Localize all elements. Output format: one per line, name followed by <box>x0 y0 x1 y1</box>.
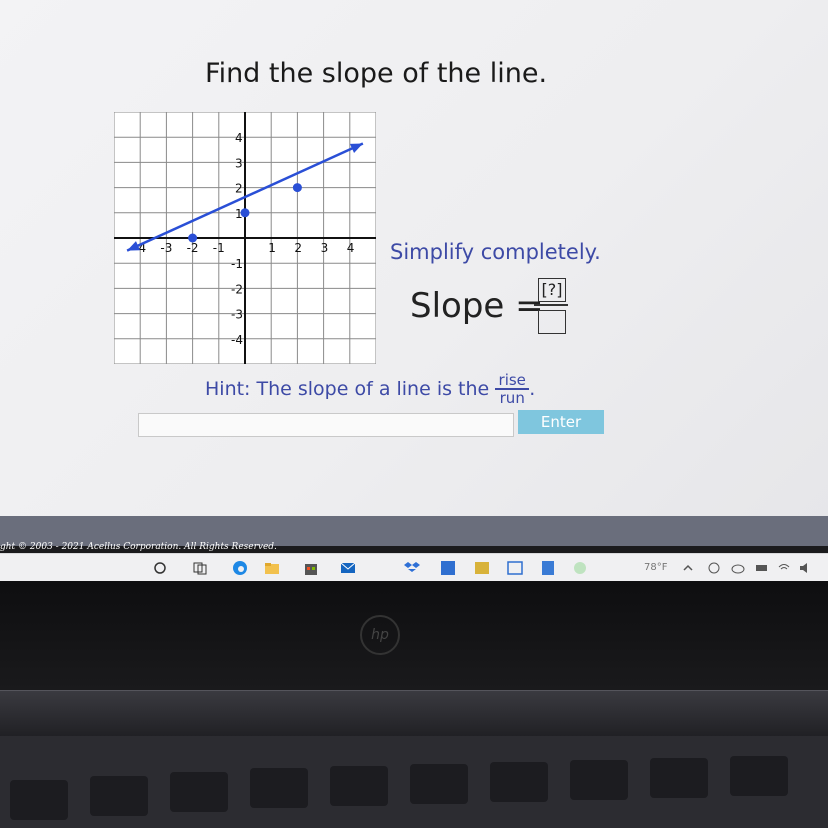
y-tick-label: 3 <box>235 156 243 170</box>
battery-icon[interactable] <box>754 560 770 576</box>
slope-fraction: [?] <box>534 278 568 336</box>
x-tick-label: 4 <box>347 241 355 255</box>
app-screen: Find the slope of the line. -4 -3 -2 -1 1 2 3 4… <box>0 0 828 540</box>
hint-text: Hint: The slope of a line is the <box>205 377 490 400</box>
fraction-bar <box>534 304 568 306</box>
keyboard-key <box>250 768 308 808</box>
keyboard-key <box>570 760 628 800</box>
y-tick-label: -2 <box>231 282 243 296</box>
keyboard-key <box>170 772 228 812</box>
search-circle-icon[interactable] <box>152 560 168 576</box>
dropbox-icon[interactable] <box>404 560 420 576</box>
keyboard-key <box>730 756 788 796</box>
y-tick-label: -1 <box>231 257 243 271</box>
keyboard-key <box>490 762 548 802</box>
plotted-point <box>240 208 250 218</box>
hint-fraction: rise run <box>495 371 530 407</box>
wifi-icon[interactable] <box>776 560 792 576</box>
plotted-point <box>188 233 198 243</box>
app-yellow-icon[interactable] <box>474 560 490 576</box>
plotted-point <box>292 183 302 193</box>
numerator-box[interactable]: [?] <box>538 278 566 302</box>
mail-icon[interactable] <box>340 560 356 576</box>
hint-denominator: run <box>499 388 525 407</box>
app-green-icon[interactable] <box>572 560 588 576</box>
laptop-hinge <box>0 690 828 737</box>
file-explorer-icon[interactable] <box>264 560 280 576</box>
x-tick-label: 1 <box>268 241 276 255</box>
hint: Hint: The slope of a line is the rise ru… <box>205 372 535 406</box>
x-tick-label: -2 <box>187 241 199 255</box>
simplify-instruction: Simplify completely. <box>390 240 601 264</box>
y-tick-label: -3 <box>231 308 243 322</box>
hp-logo: hp <box>360 615 400 655</box>
x-tick-label: 2 <box>294 241 302 255</box>
taskbar: 78°F <box>0 553 828 582</box>
app-lambda-icon[interactable] <box>507 560 523 576</box>
keyboard-key <box>10 780 68 820</box>
hint-period: . <box>529 377 536 400</box>
slope-label: Slope = <box>410 286 544 326</box>
keyboard-key <box>90 776 148 816</box>
answer-input[interactable] <box>138 413 514 437</box>
y-tick-label: 2 <box>235 182 243 196</box>
keyboard-key <box>650 758 708 798</box>
x-tick-label: 3 <box>321 241 329 255</box>
coordinate-graph: -4 -3 -2 -1 1 2 3 44321-1-2-3-4 <box>114 112 376 364</box>
store-icon[interactable] <box>303 560 319 576</box>
copyright-text: ght © 2003 - 2021 Acellus Corporation. A… <box>0 542 277 552</box>
calculator-icon[interactable] <box>540 560 556 576</box>
chevron-up-icon[interactable] <box>680 560 696 576</box>
network-icon[interactable] <box>706 560 722 576</box>
app-blue-icon[interactable] <box>440 560 456 576</box>
volume-icon[interactable] <box>798 560 814 576</box>
task-view-icon[interactable] <box>192 560 208 576</box>
edge-browser-icon[interactable] <box>232 560 248 576</box>
keyboard <box>0 736 828 828</box>
keyboard-key <box>410 764 468 804</box>
question-title: Find the slope of the line. <box>205 58 548 89</box>
x-tick-label: -1 <box>213 241 225 255</box>
keyboard-key <box>330 766 388 806</box>
enter-button[interactable]: Enter <box>518 410 604 434</box>
y-tick-label: 4 <box>235 131 243 145</box>
cloud-icon[interactable] <box>730 560 746 576</box>
y-tick-label: -4 <box>231 333 243 347</box>
x-tick-label: -3 <box>160 241 172 255</box>
temperature-readout: 78°F <box>644 562 668 573</box>
hint-numerator: rise <box>498 371 526 389</box>
denominator-box[interactable] <box>538 310 566 334</box>
